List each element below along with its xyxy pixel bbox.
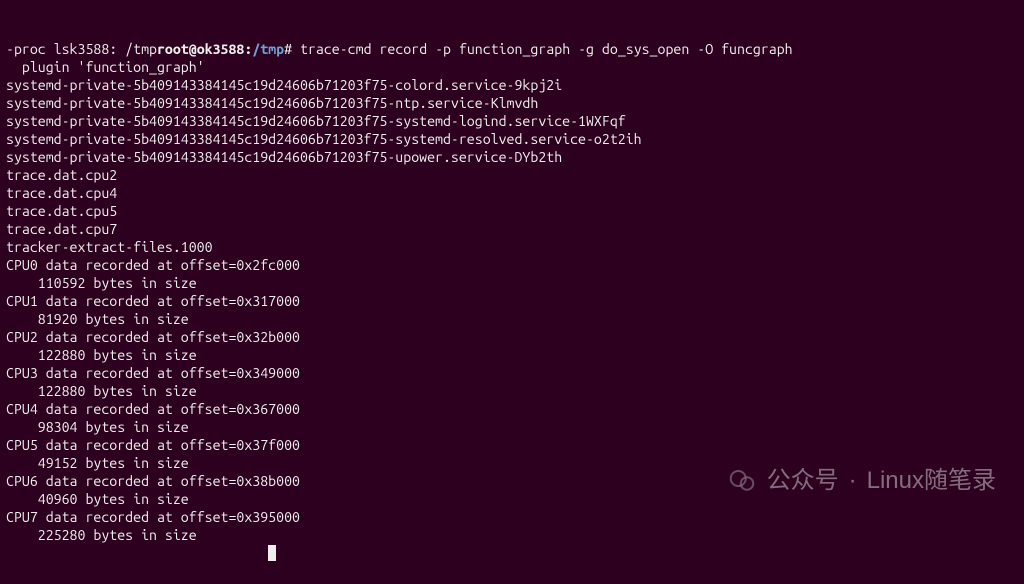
output-line: systemd-private-5b409143384145c19d24606b… (6, 130, 1018, 148)
output-line: CPU0 data recorded at offset=0x2fc000 (6, 256, 1018, 274)
prompt-prefix: -proc lsk3588: /tmp (6, 41, 157, 57)
output-line: trace.dat.cpu4 (6, 184, 1018, 202)
prompt-user-host: root@ok3588 (157, 41, 244, 57)
output-line: 122880 bytes in size (6, 346, 1018, 364)
terminal-output[interactable]: -proc lsk3588: /tmproot@ok3588:/tmp# tra… (0, 0, 1024, 584)
output-line: 225280 bytes in size (6, 526, 1018, 544)
prompt-symbol: # (284, 41, 292, 57)
output-line: tracker-extract-files.1000 (6, 238, 1018, 256)
output-line: systemd-private-5b409143384145c19d24606b… (6, 148, 1018, 166)
command-text: trace-cmd record -p function_graph -g do… (300, 41, 793, 57)
output-line: CPU2 data recorded at offset=0x32b000 (6, 328, 1018, 346)
output-line: plugin 'function_graph' (6, 58, 1018, 76)
output-line: systemd-private-5b409143384145c19d24606b… (6, 76, 1018, 94)
output-line: systemd-private-5b409143384145c19d24606b… (6, 94, 1018, 112)
output-line: CPU5 data recorded at offset=0x37f000 (6, 436, 1018, 454)
output-line: trace.dat.cpu7 (6, 220, 1018, 238)
output-line: CPU3 data recorded at offset=0x349000 (6, 364, 1018, 382)
output-line: 49152 bytes in size (6, 454, 1018, 472)
output-line: CPU4 data recorded at offset=0x367000 (6, 400, 1018, 418)
output-line: systemd-private-5b409143384145c19d24606b… (6, 112, 1018, 130)
prompt-path: /tmp (252, 41, 284, 57)
output-line: 122880 bytes in size (6, 382, 1018, 400)
output-line: 110592 bytes in size (6, 274, 1018, 292)
cursor-line (6, 544, 1018, 562)
output-line: trace.dat.cpu5 (6, 202, 1018, 220)
output-line: trace.dat.cpu2 (6, 166, 1018, 184)
output-line: 40960 bytes in size (6, 490, 1018, 508)
output-line: 98304 bytes in size (6, 418, 1018, 436)
prompt-line: -proc lsk3588: /tmproot@ok3588:/tmp# tra… (6, 40, 1018, 58)
output-line: CPU1 data recorded at offset=0x317000 (6, 292, 1018, 310)
output-line: 81920 bytes in size (6, 310, 1018, 328)
output-line: CPU7 data recorded at offset=0x395000 (6, 508, 1018, 526)
output-block: plugin 'function_graph'systemd-private-5… (6, 58, 1018, 544)
cursor (268, 545, 276, 561)
output-line: CPU6 data recorded at offset=0x38b000 (6, 472, 1018, 490)
